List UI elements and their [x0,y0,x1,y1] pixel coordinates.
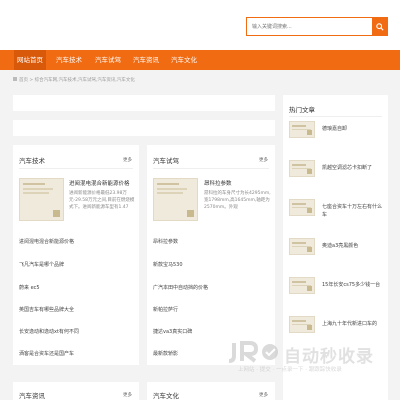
more-link[interactable]: 更多 [123,392,132,398]
nav-item-culture[interactable]: 汽车文化 [168,50,200,70]
nav-item-tech[interactable]: 汽车技术 [53,50,85,70]
search-box [246,17,388,36]
watermark: 自动秒收录 上网站 · 提交 · 一点录一下 · 跟跟踪快收录 [228,340,388,380]
site-header [0,0,400,50]
hot-item[interactable]: 奥迪a3亮黑颜色 [322,242,384,250]
main-nav: 网站首页 汽车技术 汽车试驾 汽车资讯 汽车文化 [0,50,400,70]
panel-title: 汽车文化 [153,392,179,400]
hot-thumbnail[interactable] [289,316,315,333]
featured-title[interactable]: 进阅混电混合新能源价格 [69,179,139,187]
more-link[interactable]: 更多 [259,157,268,163]
search-input[interactable] [247,18,373,35]
list-item[interactable]: 广汽本田中自动挡的价格 [153,284,208,291]
more-link[interactable]: 更多 [123,157,132,163]
nav-item-home[interactable]: 网站首页 [14,50,46,70]
hot-thumbnail[interactable] [289,121,315,138]
divider [153,168,269,169]
more-link[interactable]: 更多 [259,392,268,398]
hot-item[interactable]: 凯越空调滤芯卡扣断了 [322,164,384,172]
list-item[interactable]: 捷达va3真实口碑 [153,328,192,335]
hot-articles-title: 热门文章 [289,106,315,114]
list-item[interactable]: 新款宝马530 [153,261,183,268]
featured-desc: 进阅新能源价格最低23.98万元-29.58万元之间,目前在燃烧模式下。进阅新能… [69,191,135,210]
hot-thumbnail[interactable] [289,160,315,177]
hot-thumbnail[interactable] [289,238,315,255]
list-item[interactable]: 飞凡汽车是哪个品牌 [19,261,64,268]
list-item[interactable]: 昂科拉参数 [153,238,178,245]
list-item[interactable]: 最新款轿影 [153,350,178,357]
search-button[interactable] [372,18,387,35]
hot-thumbnail[interactable] [289,277,315,294]
hot-item[interactable]: 上海九十年代新进口车的 [322,320,384,328]
hot-item[interactable]: 七座合资车十万左右有什么车 [322,203,384,219]
list-item[interactable]: 长安逸动和逸动xt有何不同 [19,328,79,335]
hot-item[interactable]: 德琅嘉自卸 [322,125,384,133]
search-icon [375,22,384,31]
list-item[interactable]: 进阅混电混合新能源价格 [19,238,74,245]
panel-title: 汽车技术 [19,157,45,165]
list-item[interactable]: 英国吉车有哪些品牌大全 [19,306,74,313]
list-item[interactable]: 蔚来 ec5 [19,284,40,291]
watermark-title: 自动秒收录 [284,347,374,367]
watermark-subtitle: 上网站 · 提交 · 一点录一下 · 跟跟踪快收录 [238,367,342,373]
breadcrumb: 首页 > 综合汽车网,汽车技术,汽车试驾,汽车资讯,汽车文化 [13,76,135,86]
hot-thumbnail[interactable] [289,199,315,216]
nav-item-test-drive[interactable]: 汽车试驾 [92,50,124,70]
jr-logo-icon [228,341,278,363]
panel-title: 汽车试驾 [153,157,179,165]
featured-thumbnail[interactable] [19,178,64,221]
banner-strip-bottom [13,120,275,136]
banner-strip-top [13,95,275,111]
featured-thumbnail[interactable] [153,178,198,221]
featured-desc: 昂科拉的车身尺寸为长4295mm,宽1798mm,高1645mm,轴距为2570… [204,191,271,210]
divider [289,116,382,117]
panel-title: 汽车资讯 [19,392,45,400]
featured-title[interactable]: 昂科拉参数 [204,179,272,187]
home-icon [13,77,17,81]
divider [19,168,133,169]
breadcrumb-text: 首页 > 综合汽车网,汽车技术,汽车试驾,汽车资讯,汽车文化 [19,78,135,83]
nav-item-news[interactable]: 汽车资讯 [130,50,162,70]
list-item[interactable]: 新帕拉萨行 [153,306,178,313]
hot-item[interactable]: 15年长安cs75多少钱一台 [322,281,384,289]
list-item[interactable]: 洒客是合资车还是国产车 [19,350,74,357]
